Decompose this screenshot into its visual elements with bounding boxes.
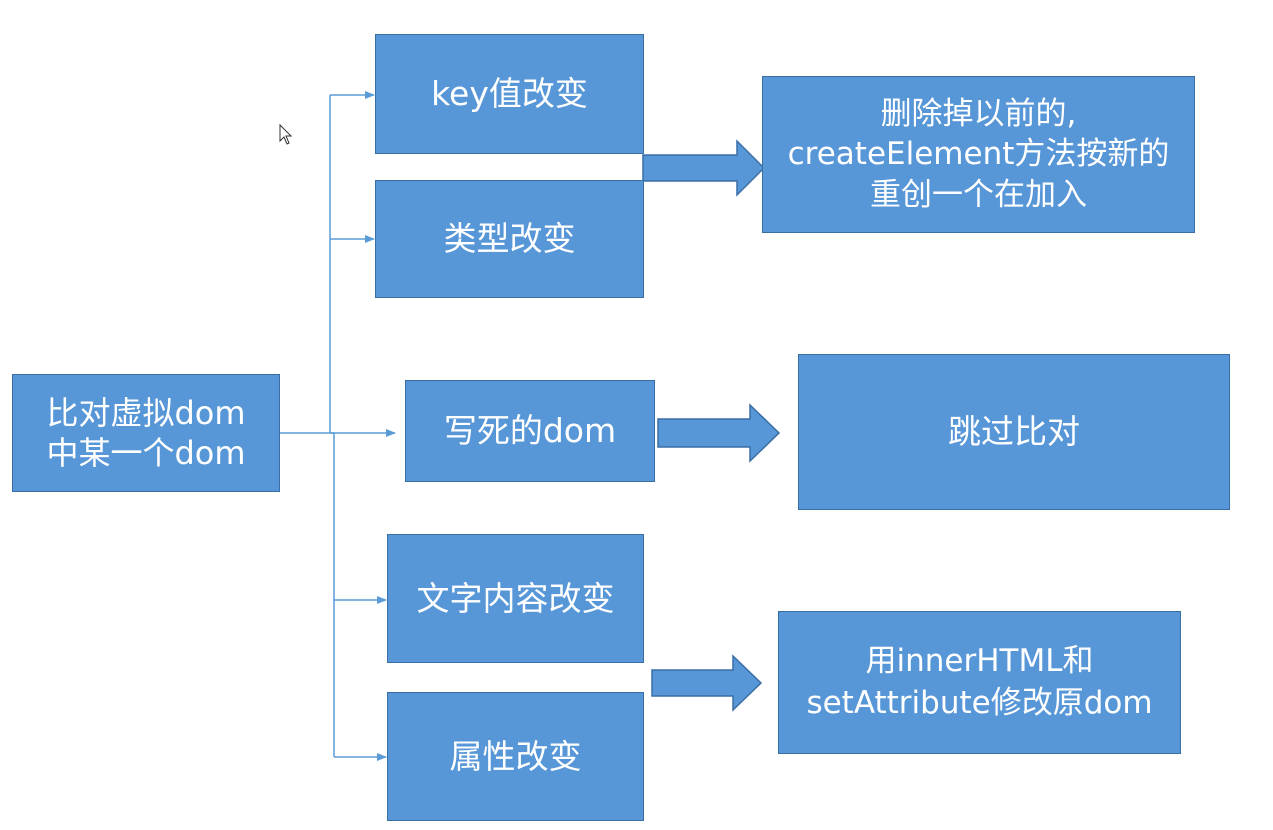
skip-node: 跳过比对: [798, 354, 1230, 510]
text-change-label: 文字内容改变: [416, 578, 615, 618]
key-change-label: key值改变: [431, 74, 588, 114]
static-dom-label: 写死的dom: [443, 411, 617, 451]
recreate-line-2: createElement方法按新的: [787, 136, 1170, 173]
skip-label: 跳过比对: [948, 412, 1080, 452]
root-node: 比对虚拟dom 中某一个dom: [12, 374, 280, 492]
text-change-node: 文字内容改变: [387, 534, 644, 663]
key-change-node: key值改变: [375, 34, 644, 154]
root-line-2: 中某一个dom: [46, 434, 246, 472]
block-arrow-modify: [651, 654, 763, 712]
type-change-node: 类型改变: [375, 180, 644, 298]
recreate-node: 删除掉以前的, createElement方法按新的 重创一个在加入: [762, 76, 1195, 233]
recreate-line-1: 删除掉以前的,: [880, 96, 1077, 133]
mouse-cursor-icon: [279, 124, 293, 145]
root-line-1: 比对虚拟dom: [46, 394, 246, 432]
static-dom-node: 写死的dom: [405, 380, 655, 482]
modify-line-1: 用innerHTML和: [865, 642, 1094, 679]
lower-trunk: [330, 432, 335, 757]
modify-line-2: setAttribute修改原dom: [806, 684, 1153, 721]
recreate-line-3: 重创一个在加入: [870, 176, 1087, 213]
attr-change-node: 属性改变: [387, 692, 644, 821]
block-arrow-recreate: [642, 139, 766, 197]
type-change-label: 类型改变: [443, 219, 576, 259]
block-arrow-skip: [657, 403, 781, 463]
modify-node: 用innerHTML和 setAttribute修改原dom: [778, 611, 1181, 754]
attr-change-label: 属性改变: [449, 736, 582, 776]
